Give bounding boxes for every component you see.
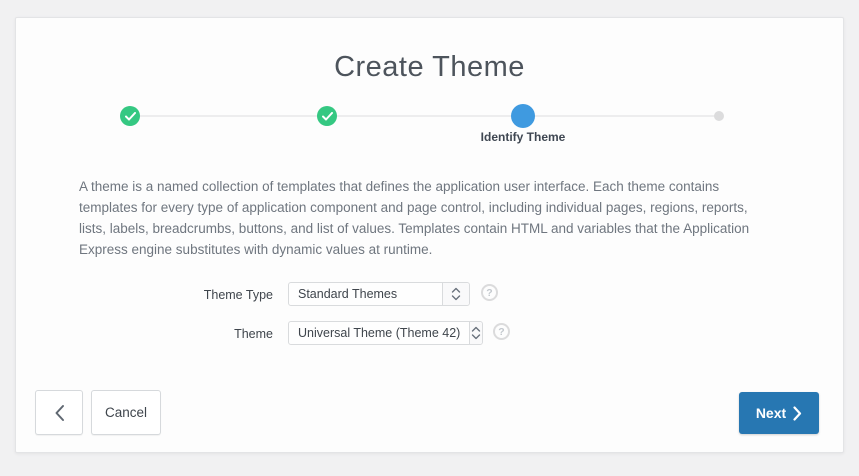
back-button[interactable] [35, 390, 83, 435]
theme-select[interactable]: Universal Theme (Theme 42) [288, 321, 483, 345]
page-title: Create Theme [16, 51, 843, 84]
page: Create Theme Identify Theme A theme is a… [0, 0, 859, 476]
chevron-left-icon [54, 404, 65, 422]
select-chevrons-icon [469, 322, 482, 344]
theme-label: Theme [56, 327, 273, 341]
question-glyph: ? [498, 326, 504, 338]
stepper-step-1-complete [120, 106, 140, 126]
theme-selected-value: Universal Theme (Theme 42) [289, 322, 469, 344]
theme-description-text: A theme is a named collection of templat… [79, 176, 771, 260]
next-button[interactable]: Next [739, 392, 819, 434]
stepper-step-2-complete [317, 106, 337, 126]
chevron-right-icon [793, 406, 802, 421]
theme-type-label: Theme Type [56, 288, 273, 302]
question-glyph: ? [486, 287, 492, 299]
select-chevrons-icon [442, 283, 469, 305]
theme-type-help-icon[interactable]: ? [481, 284, 498, 301]
stepper-step-4-upcoming [714, 111, 724, 121]
current-step-label: Identify Theme [423, 130, 623, 144]
next-button-label: Next [756, 405, 786, 421]
create-theme-wizard-card: Create Theme Identify Theme A theme is a… [15, 17, 844, 453]
stepper-step-3-current [511, 104, 535, 128]
theme-type-select[interactable]: Standard Themes [288, 282, 470, 306]
cancel-button-label: Cancel [105, 405, 147, 420]
check-icon [125, 112, 136, 121]
theme-type-selected-value: Standard Themes [289, 283, 442, 305]
check-icon [322, 112, 333, 121]
cancel-button[interactable]: Cancel [91, 390, 161, 435]
theme-help-icon[interactable]: ? [493, 323, 510, 340]
stepper-track [130, 115, 719, 117]
